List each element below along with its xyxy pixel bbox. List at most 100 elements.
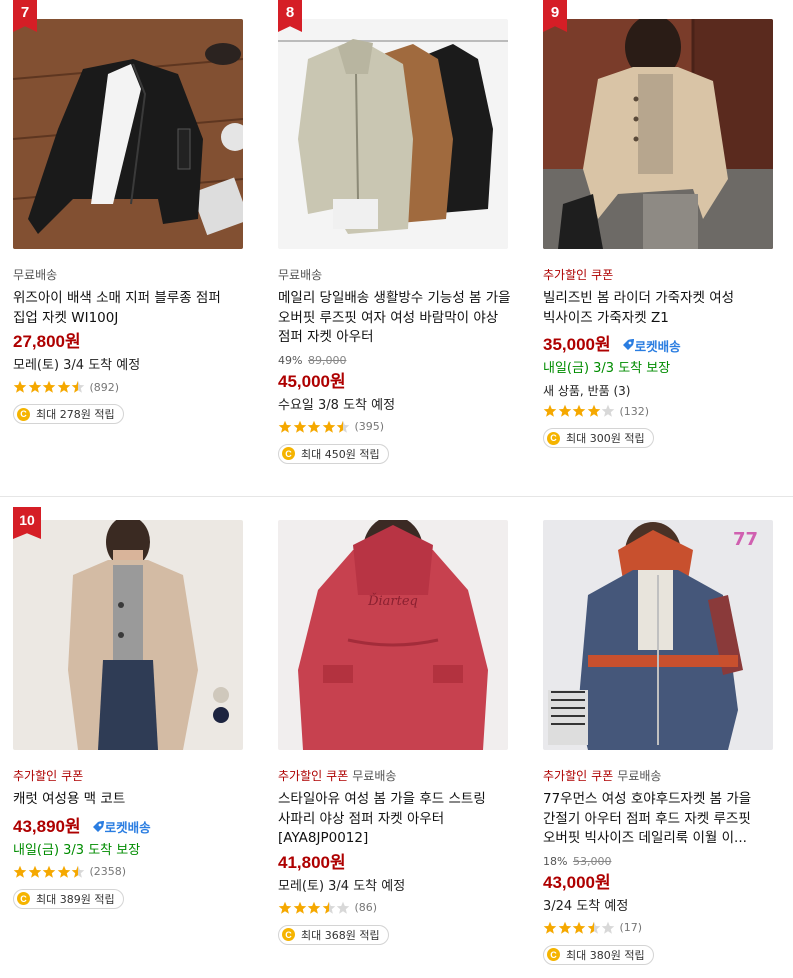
coin-c-icon: C (547, 431, 560, 445)
star-icon (322, 420, 335, 433)
star-icon (587, 921, 600, 934)
star-icon (587, 404, 600, 417)
extra-discount-badge: 추가할인 (543, 268, 588, 282)
svg-text:77: 77 (733, 529, 758, 550)
rating: (86) (278, 899, 514, 917)
star-rating (543, 921, 616, 935)
product-image[interactable] (278, 19, 508, 249)
review-count: (132) (619, 404, 650, 418)
coupon-badge: 쿠폰 (591, 769, 614, 783)
product-title[interactable]: 77우먼스 여성 호야후드자켓 봄 가을 간절기 아우터 점퍼 후드 자켓 루즈… (543, 790, 779, 849)
badges: 무료배송 (278, 266, 514, 284)
star-icon (57, 380, 70, 393)
product-row-1: 7 무료배송 위즈아이 배색 소매 지퍼 블루종 점퍼 집업 자켓 WI100J… (0, 0, 793, 496)
star-icon (42, 380, 56, 393)
free-shipping-badge: 무료배송 (278, 268, 323, 282)
star-icon (336, 420, 350, 433)
discount-info: 18% 53,000 (543, 855, 779, 869)
cashback-text: 최대 389원 적립 (36, 892, 115, 906)
rating: (395) (278, 418, 514, 436)
product-price: 27,800원 (13, 332, 81, 351)
rating: (17) (543, 919, 779, 937)
product-image[interactable] (13, 520, 243, 750)
used-item-info[interactable]: 새 상품, 반품 (3) (543, 383, 779, 399)
original-price: 89,000 (307, 353, 347, 367)
cashback-text: 최대 278원 적립 (36, 408, 115, 421)
extra-discount-badge: 추가할인 (13, 769, 58, 783)
product-price: 45,000원 (278, 371, 346, 391)
product-title[interactable]: 메일리 당일배송 생활방수 기능성 봄 가을 오버핏 루즈핏 여자 여성 바람막… (278, 289, 514, 348)
star-icon (543, 404, 557, 417)
coin-c-icon: C (282, 928, 295, 941)
rocket-delivery-badge: 로켓배송 (619, 336, 681, 355)
product-image[interactable] (13, 19, 243, 249)
cashback-badge: C 최대 278원 적립 (13, 404, 124, 424)
discount-rate: 18% (543, 854, 568, 868)
star-icon (572, 921, 586, 934)
badges: 추가할인 쿠폰 (543, 266, 779, 284)
price-row: 35,000원 로켓배송 (543, 334, 779, 356)
badges: 무료배송 (13, 266, 249, 284)
review-count: (17) (619, 921, 643, 934)
star-rating (13, 380, 86, 394)
product-title[interactable]: 스타일아유 여성 봄 가을 후드 스트링 사파리 야상 점퍼 자켓 아우터 [A… (278, 790, 514, 849)
price-row: 43,890원 로켓배송 (13, 816, 249, 838)
star-icon (322, 901, 335, 914)
coin-c-icon: C (282, 447, 295, 460)
star-icon (601, 921, 615, 934)
coupon-badge: 쿠폰 (61, 769, 84, 783)
rating: (892) (13, 378, 249, 396)
star-icon (572, 404, 586, 417)
star-icon (293, 420, 306, 433)
star-icon (558, 404, 571, 417)
star-icon (71, 380, 85, 393)
star-icon (278, 420, 292, 433)
product-title[interactable]: 캐럿 여성용 맥 코트 (13, 790, 249, 810)
coupon-badge: 쿠폰 (591, 268, 614, 282)
star-rating (278, 420, 351, 434)
star-icon (307, 420, 321, 433)
coupon-badge: 쿠폰 (326, 769, 349, 783)
rating: (2358) (13, 863, 249, 881)
discount-info: 49% 89,000 (278, 354, 514, 368)
review-count: (86) (354, 901, 378, 914)
product-info: 추가할인 쿠폰 빌리즈빈 봄 라이더 가죽자켓 여성 빅사이즈 가죽자켓 Z1 3… (543, 266, 779, 448)
rocket-label: 로켓배송 (104, 820, 151, 835)
review-count: (2358) (89, 865, 127, 878)
cashback-badge: C 최대 368원 적립 (278, 924, 389, 945)
discount-rate: 49% (278, 353, 303, 367)
product-image[interactable] (543, 19, 773, 249)
product-image[interactable]: Ďiarteq (278, 520, 508, 750)
review-count: (892) (89, 380, 120, 394)
star-rating (278, 901, 351, 915)
cashback-text: 최대 368원 적립 (301, 928, 380, 942)
star-icon (28, 380, 41, 393)
cashback-text: 최대 450원 적립 (301, 447, 380, 461)
badges: 추가할인 쿠폰 무료배송 (543, 767, 779, 785)
badges: 추가할인 쿠폰 (13, 767, 249, 785)
product-info: 추가할인 쿠폰 무료배송 77우먼스 여성 호야후드자켓 봄 가을 간절기 아우터 … (543, 767, 779, 965)
rocket-label: 로켓배송 (634, 338, 681, 354)
product-image[interactable]: 77 (543, 520, 773, 750)
cashback-text: 최대 380원 적립 (566, 948, 645, 962)
coin-c-icon: C (547, 948, 560, 961)
cashback-badge: C 최대 380원 적립 (543, 944, 654, 965)
badges: 추가할인 쿠폰 무료배송 (278, 767, 514, 785)
delivery-info: 모레(토) 3/4 도착 예정 (278, 878, 406, 894)
star-icon (42, 865, 56, 878)
star-icon (543, 921, 557, 934)
review-count: (395) (354, 420, 385, 433)
product-title[interactable]: 빌리즈빈 봄 라이더 가죽자켓 여성 빅사이즈 가죽자켓 Z1 (543, 289, 779, 328)
star-rating (543, 404, 616, 418)
product-title[interactable]: 위즈아이 배색 소매 지퍼 블루종 점퍼 집업 자켓 WI100J (13, 289, 249, 328)
rating: (132) (543, 402, 779, 420)
product-price: 43,000원 (543, 872, 611, 892)
original-price: 53,000 (572, 854, 612, 868)
cashback-text: 최대 300원 적립 (566, 432, 645, 445)
cashback-badge: C 최대 300원 적립 (543, 428, 654, 448)
star-icon (293, 901, 306, 914)
coin-c-icon: C (17, 892, 30, 905)
star-icon (57, 865, 70, 878)
free-shipping-badge: 무료배송 (13, 268, 58, 282)
free-shipping-badge: 무료배송 (617, 769, 662, 783)
